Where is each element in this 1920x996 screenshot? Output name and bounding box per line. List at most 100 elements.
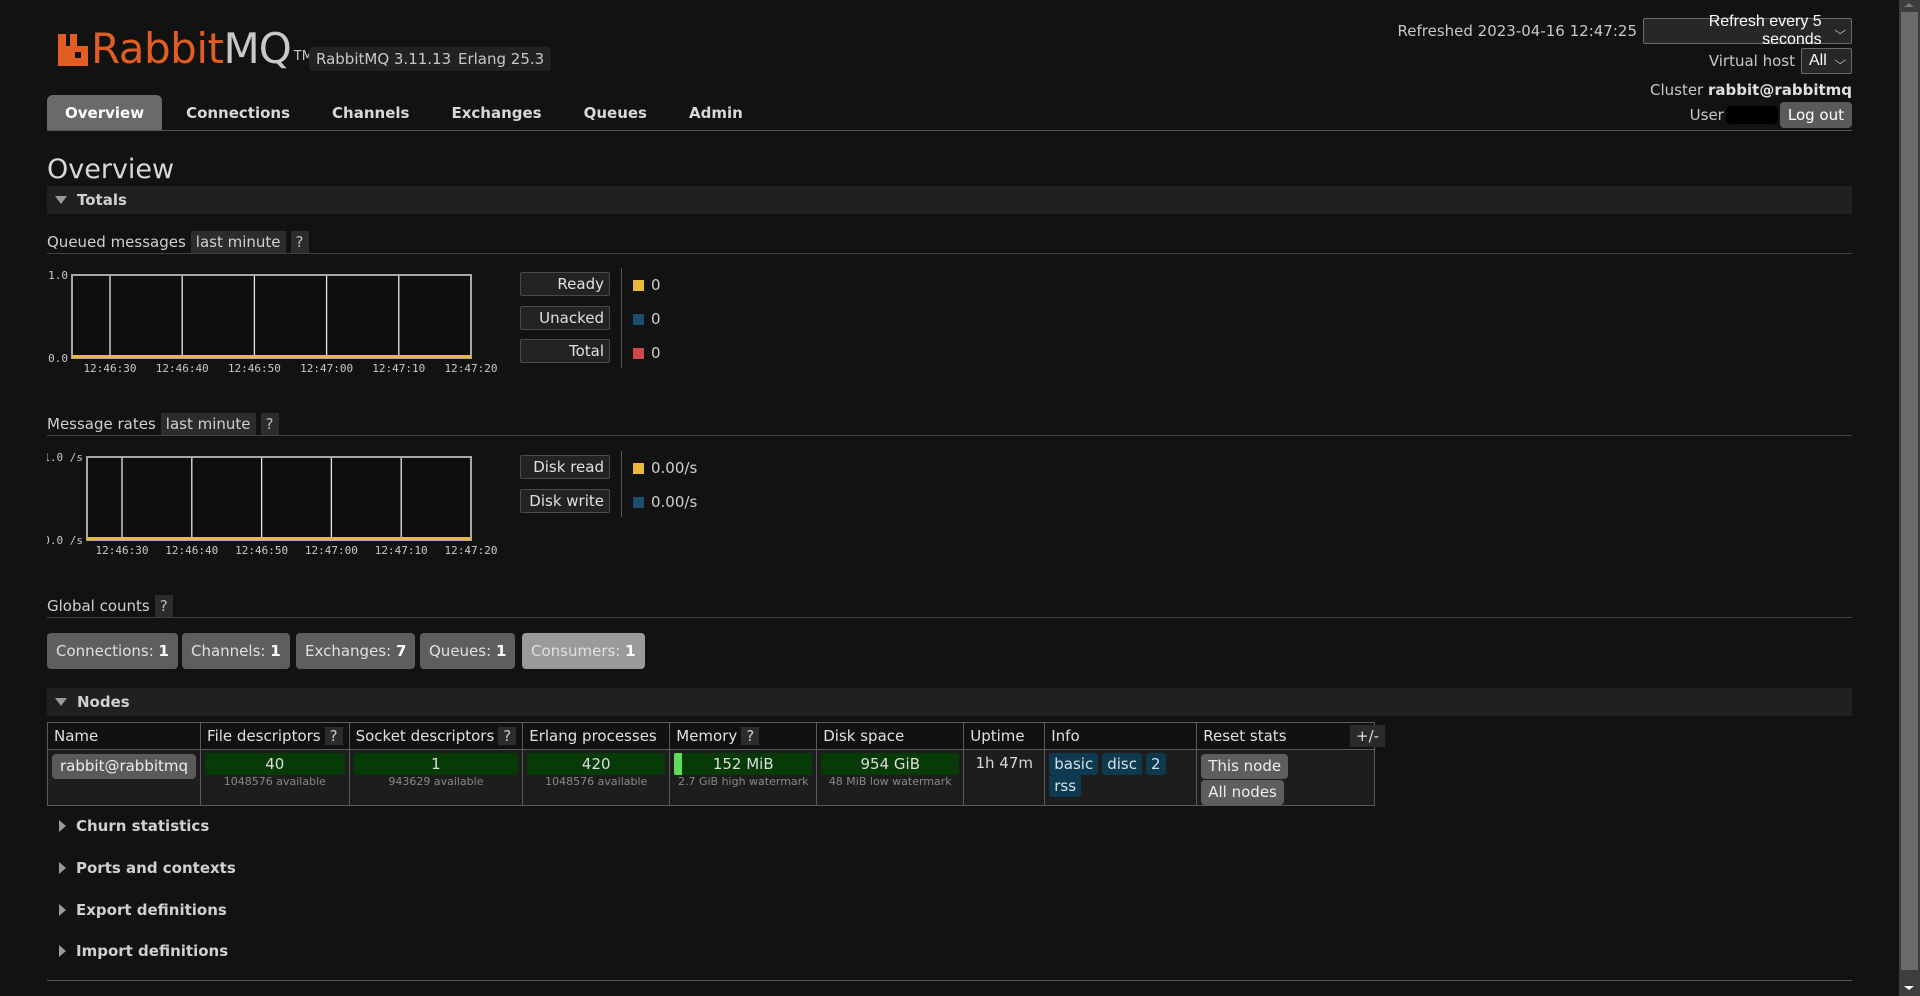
section-export-definitions[interactable]: Export definitions	[47, 898, 227, 922]
section-title: Churn statistics	[76, 817, 210, 835]
main-content: Overview Totals Queued messages last min…	[46, 150, 1852, 981]
reset-this-node-button[interactable]: This node	[1201, 754, 1289, 779]
collapsed-triangle-icon	[59, 820, 66, 832]
col-reset-stats: Reset stats	[1196, 722, 1376, 750]
vhost-label: Virtual host	[1708, 52, 1795, 70]
col-label: Disk space	[823, 727, 905, 745]
count-label: Connections:	[56, 642, 154, 660]
rates-help-icon[interactable]: ?	[260, 413, 279, 435]
count-value: 1	[158, 642, 169, 660]
col-label: Name	[54, 727, 99, 745]
file-descriptors-bar: 40	[205, 753, 345, 775]
help-icon[interactable]: ?	[324, 727, 343, 745]
legend-total-button[interactable]: Total	[520, 339, 610, 363]
logo-text-rabbit: Rabbit	[91, 24, 224, 73]
rabbitmq-version-badge: RabbitMQ 3.11.13	[309, 47, 459, 71]
global-counts-header: Global counts ?	[47, 594, 1852, 618]
info-tag-count: 2	[1145, 753, 1166, 775]
legend-disk-write-button[interactable]: Disk write	[520, 489, 610, 513]
legend-unacked-button[interactable]: Unacked	[520, 306, 610, 330]
toggle-columns-button[interactable]: +/-	[1350, 725, 1386, 747]
tab-channels[interactable]: Channels	[314, 95, 427, 130]
main-nav-tabs: Overview Connections Channels Exchanges …	[47, 95, 1852, 131]
count-label: Consumers:	[531, 642, 621, 660]
tab-overview[interactable]: Overview	[47, 95, 163, 130]
help-icon[interactable]: ?	[498, 727, 517, 745]
tab-admin[interactable]: Admin	[671, 95, 761, 130]
message-rates-label: Message rates	[47, 415, 156, 433]
section-ports-and-contexts[interactable]: Ports and contexts	[47, 856, 236, 880]
col-info: Info	[1044, 722, 1198, 750]
tab-connections[interactable]: Connections	[168, 95, 308, 130]
total-swatch-icon	[633, 347, 644, 359]
count-value: 1	[625, 642, 636, 660]
scrollbar-thumb[interactable]	[1901, 12, 1918, 970]
scroll-up-arrow-icon[interactable]	[1899, 0, 1920, 12]
erlang-version-badge: Erlang 25.3	[451, 47, 552, 71]
disk-space-value: 954 GiB	[860, 755, 920, 773]
cell-info: basic disc 2 rss	[1044, 749, 1198, 806]
channels-count-button[interactable]: Channels: 1	[182, 633, 290, 669]
cell-erlang-processes: 420 1048576 available	[522, 749, 671, 806]
x-tick-label: 12:46:30	[84, 362, 137, 375]
section-churn-statistics[interactable]: Churn statistics	[47, 814, 209, 838]
queued-messages-chart-svg: 12:46:30 12:46:40 12:46:50 12:47:00 12:47:10…	[48, 269, 497, 375]
legend-disk-read-button[interactable]: Disk read	[520, 455, 610, 479]
node-name-link[interactable]: rabbit@rabbitmq	[52, 754, 197, 779]
chevron-down-icon: ⌵	[1833, 24, 1846, 37]
refresh-interval-select[interactable]: Refresh every 5 seconds ⌵	[1643, 13, 1852, 48]
col-label: Socket descriptors	[355, 727, 495, 745]
global-counts-help-icon[interactable]: ?	[154, 595, 173, 617]
x-tick-label: 12:46:30	[96, 544, 149, 557]
connections-count-button[interactable]: Connections: 1	[47, 633, 178, 669]
tab-exchanges[interactable]: Exchanges	[433, 95, 559, 130]
section-import-definitions[interactable]: Import definitions	[47, 939, 228, 963]
refresh-interval-value: Refresh every 5 seconds	[1708, 13, 1822, 48]
vertical-scrollbar[interactable]	[1899, 0, 1920, 996]
queued-range-selector[interactable]: last minute	[190, 231, 286, 253]
section-title: Import definitions	[76, 942, 229, 960]
x-tick-label: 12:47:00	[305, 544, 358, 557]
memory-value: 152 MiB	[712, 755, 774, 773]
help-icon[interactable]: ?	[741, 727, 760, 745]
vhost-select[interactable]: All ⌵	[1801, 48, 1852, 74]
count-label: Exchanges:	[305, 642, 392, 660]
scroll-down-arrow-icon[interactable]	[1899, 982, 1920, 996]
legend-disk-read-value: 0.00/s	[633, 459, 697, 477]
collapsed-triangle-icon	[59, 904, 66, 916]
rates-range-selector[interactable]: last minute	[160, 413, 256, 435]
section-title: Ports and contexts	[76, 859, 236, 877]
info-tag-basic: basic	[1049, 753, 1099, 775]
totals-section-header[interactable]: Totals	[47, 186, 1852, 214]
count-value: 7	[395, 642, 407, 660]
count-value: 1	[270, 642, 281, 660]
erlang-processes-available: 1048576 available	[545, 775, 648, 788]
plot-area	[87, 457, 471, 540]
queued-messages-chart: 12:46:30 12:46:40 12:46:50 12:47:00 12:47:10…	[47, 265, 507, 375]
col-uptime: Uptime	[963, 722, 1046, 750]
tab-queues[interactable]: Queues	[566, 95, 665, 130]
cell-socket-descriptors: 1 943629 available	[348, 749, 524, 806]
consumers-count-button[interactable]: Consumers: 1	[522, 633, 645, 669]
memory-used-fill	[674, 753, 683, 775]
rabbitmq-logo[interactable]: Rabbit MQ TM	[58, 26, 313, 72]
exchanges-count-button[interactable]: Exchanges: 7	[296, 633, 416, 669]
cell-file-descriptors: 40 1048576 available	[200, 749, 350, 806]
reset-all-nodes-button[interactable]: All nodes	[1201, 780, 1284, 805]
info-tag-disc: disc	[1102, 753, 1142, 775]
expanded-triangle-icon	[55, 698, 67, 706]
col-socket-descriptors: Socket descriptors?	[348, 722, 524, 750]
queued-help-icon[interactable]: ?	[290, 231, 309, 253]
x-tick-label: 12:46:40	[165, 544, 218, 557]
cell-reset-stats: This nodeAll nodes	[1196, 749, 1376, 806]
y-tick-label: 0.0	[48, 352, 68, 365]
queues-count-button[interactable]: Queues: 1	[420, 633, 516, 669]
logo-text-mq: MQ	[223, 24, 291, 73]
legend-ready-button[interactable]: Ready	[520, 272, 610, 296]
col-erlang-processes: Erlang processes	[522, 722, 671, 750]
expanded-triangle-icon	[55, 196, 67, 204]
nodes-section-header[interactable]: Nodes	[47, 688, 1852, 716]
x-tick-label: 12:46:50	[235, 544, 288, 557]
socket-descriptors-bar: 1	[353, 753, 519, 775]
message-rates-chart: 12:46:30 12:46:40 12:46:50 12:47:00 12:47:10…	[47, 448, 507, 558]
